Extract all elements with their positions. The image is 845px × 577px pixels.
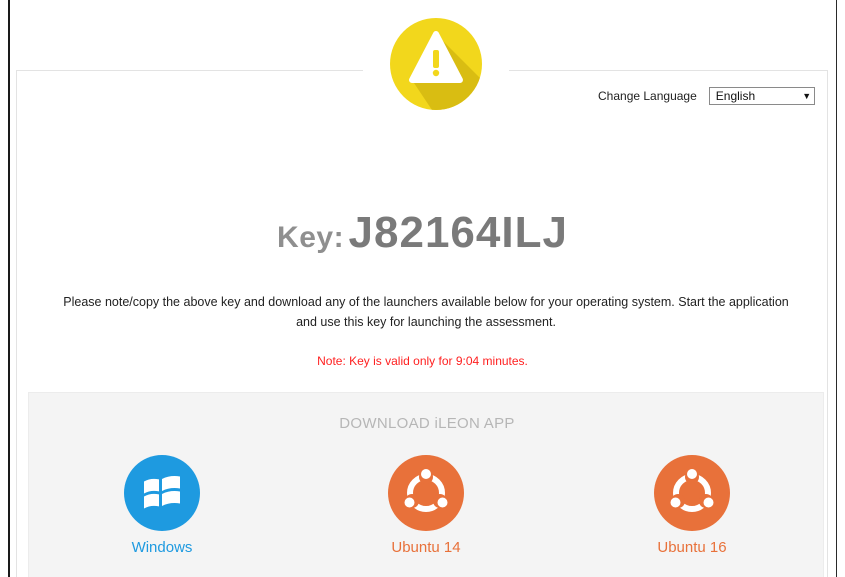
ubuntu-16-label: Ubuntu 16 [657,539,727,556]
key-value: J82164ILJ [348,208,568,257]
warning-badge-container [363,8,509,138]
language-selector: Change Language English ▼ [598,86,815,106]
key-display: Key: J82164ILJ [0,208,845,258]
ubuntu-icon [388,455,464,531]
key-validity-note: Note: Key is valid only for 9:04 minutes… [317,354,528,368]
change-language-label: Change Language [598,89,697,103]
warning-icon [390,18,482,110]
window-frame-right [836,0,837,577]
download-ubuntu-14[interactable]: Ubuntu 14 [351,455,501,556]
download-title: DOWNLOAD iLEON APP [339,415,515,432]
ubuntu-14-label: Ubuntu 14 [391,539,461,556]
window-frame-left [8,0,10,577]
dropdown-caret-icon: ▼ [802,91,812,101]
key-label: Key: [277,221,345,254]
windows-label: Windows [131,539,193,556]
language-selected-value: English [715,89,756,103]
instructions-text: Please note/copy the above key and downl… [63,295,789,329]
download-windows[interactable]: Windows [87,455,237,556]
language-dropdown[interactable]: English ▼ [708,87,815,105]
windows-icon [124,455,200,531]
download-section: DOWNLOAD iLEON APP Windows Ubuntu 14 Ubu… [28,392,824,577]
download-ubuntu-16[interactable]: Ubuntu 16 [617,455,767,556]
ubuntu-icon [654,455,730,531]
